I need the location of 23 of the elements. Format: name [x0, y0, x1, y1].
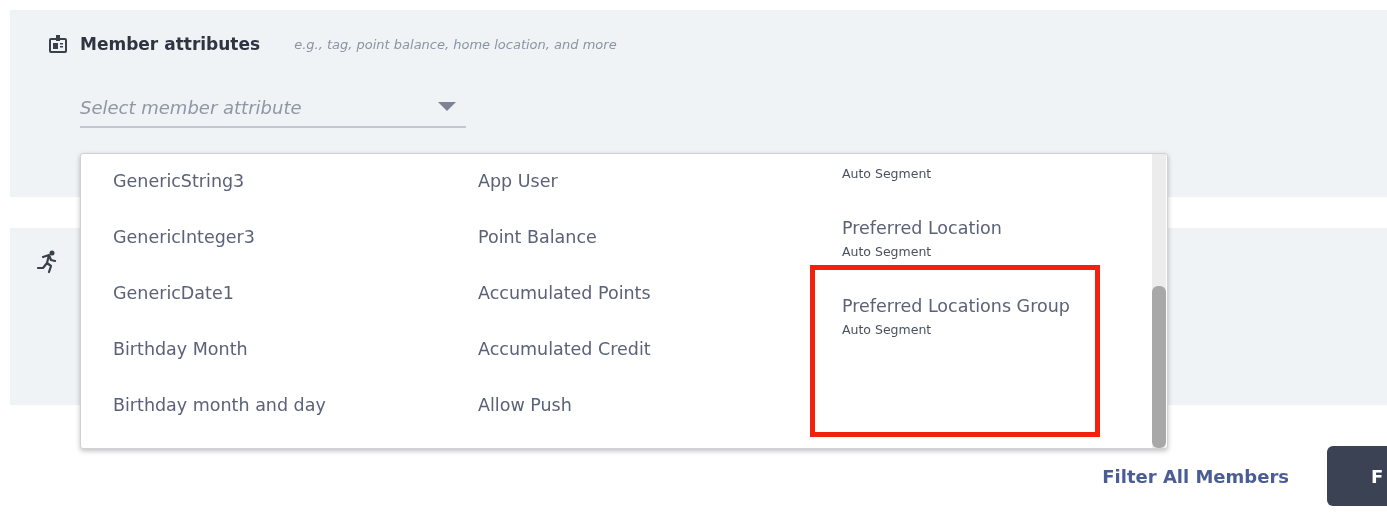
section-title: Member attributes: [80, 34, 261, 54]
attribute-option[interactable]: GenericString3: [113, 170, 446, 226]
option-caption: Auto Segment: [842, 166, 933, 182]
attribute-option[interactable]: Accumulated Points: [478, 282, 810, 338]
attribute-option[interactable]: Birthday month and day: [113, 394, 446, 448]
attribute-option[interactable]: GenericDate1: [113, 282, 446, 338]
caret-icon: [438, 102, 456, 112]
attribute-option[interactable]: Preferred Location: [842, 212, 1072, 244]
attribute-option[interactable]: Allow Push: [478, 394, 810, 448]
filter-all-members-link[interactable]: Filter All Members: [1102, 465, 1289, 487]
attribute-option[interactable]: App User: [478, 170, 810, 226]
attribute-option[interactable]: Birthday Month: [113, 338, 446, 394]
section-hint: e.g., tag, point balance, home location, and more: [294, 36, 617, 52]
option-caption: Auto Segment: [842, 322, 933, 338]
attribute-option[interactable]: Accumulated Credit: [478, 338, 810, 394]
filter-button[interactable]: F: [1327, 446, 1387, 506]
running-person-icon: [37, 250, 59, 274]
scrollbar-thumb[interactable]: [1152, 286, 1166, 448]
attribute-option[interactable]: Point Balance: [478, 226, 810, 282]
option-caption: Auto Segment: [842, 244, 933, 260]
attribute-option[interactable]: GenericInteger3: [113, 226, 446, 282]
badge-icon: [48, 34, 68, 54]
attribute-option[interactable]: Preferred Locations Group: [842, 290, 1072, 322]
